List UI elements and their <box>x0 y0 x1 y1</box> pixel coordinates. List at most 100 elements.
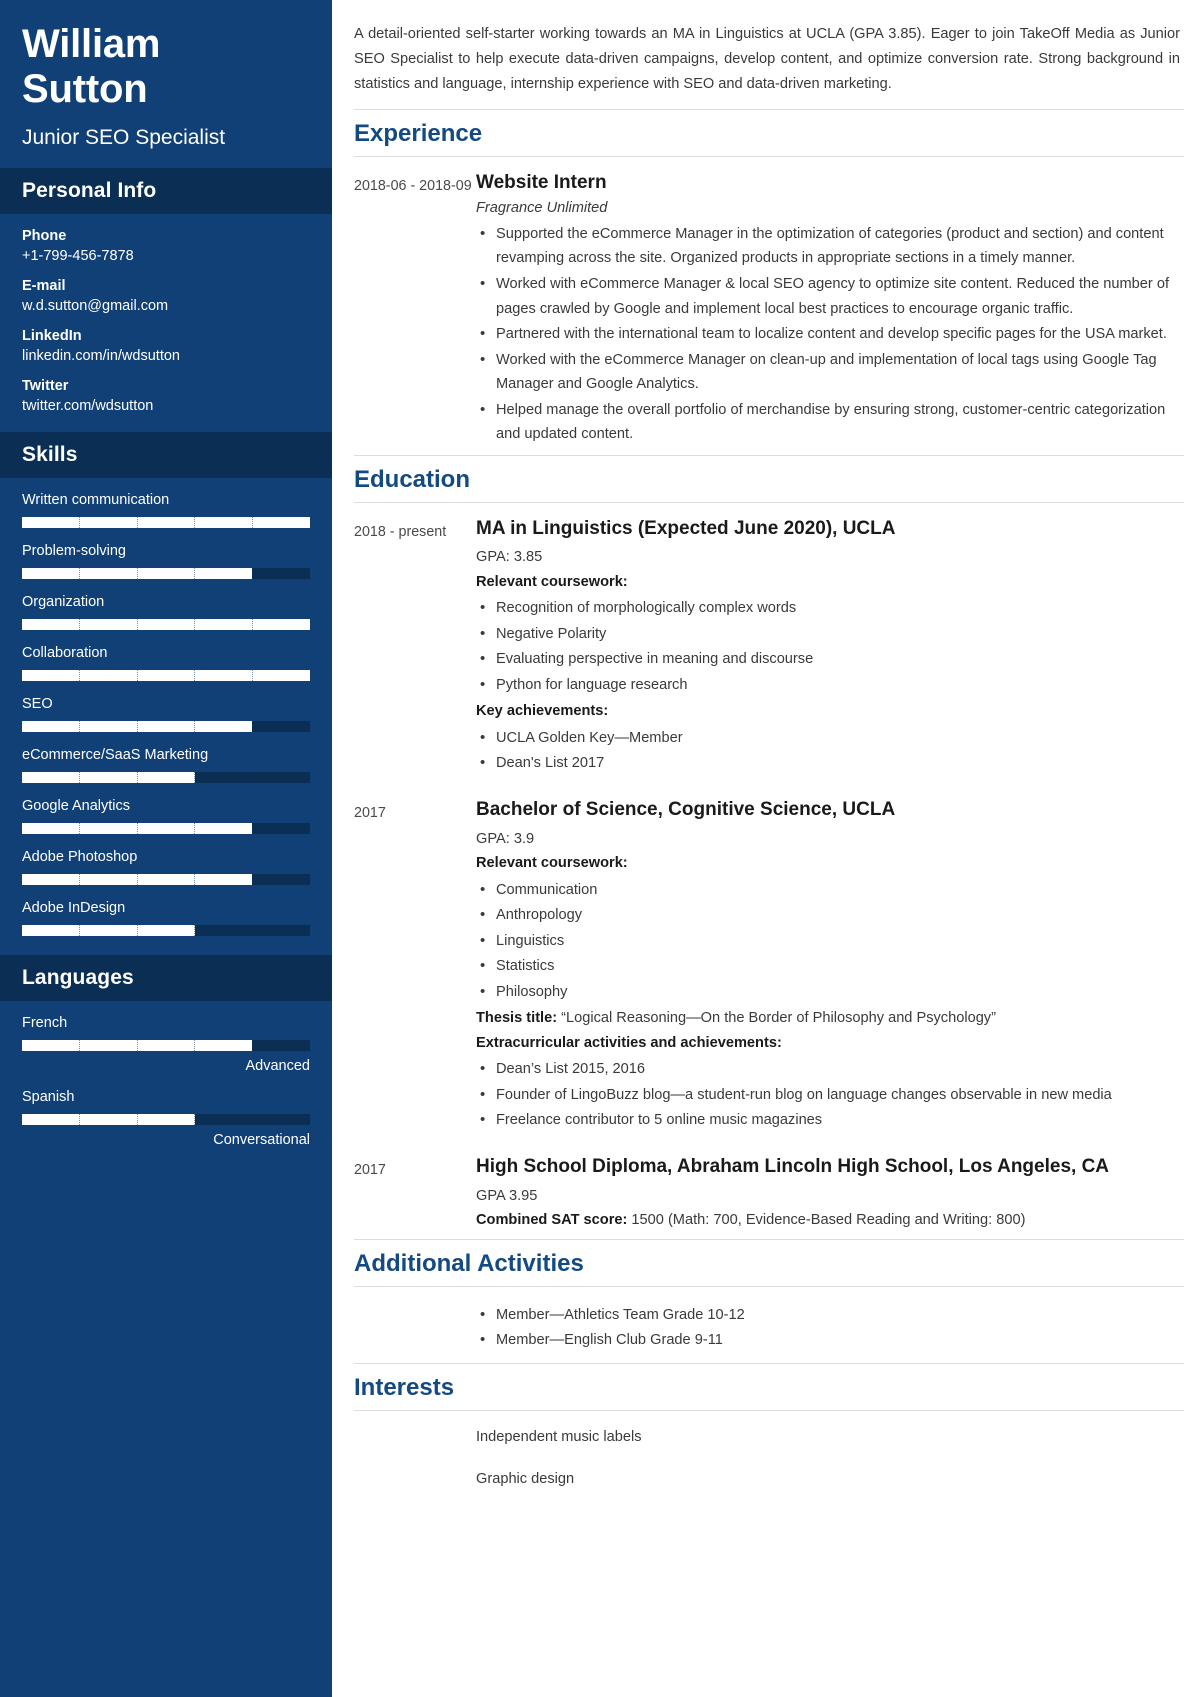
contact-value[interactable]: twitter.com/wdsutton <box>22 398 310 414</box>
entry-date: 2018 - present <box>354 523 447 540</box>
contact-value[interactable]: +1-799-456-7878 <box>22 248 310 264</box>
skill-name: Organization <box>22 593 105 610</box>
extracurricular-list: Dean’s List 2015, 2016Founder of LingoBu… <box>476 1056 1184 1133</box>
language-level-label: Conversational <box>213 1131 310 1148</box>
skill-level-fill <box>22 618 310 630</box>
contact-item: Phone +1-799-456-7878 <box>22 228 310 264</box>
degree-title: MA in Linguistics (Expected June 2020), … <box>476 517 896 539</box>
bullet-item: Statistics <box>476 953 1184 979</box>
sidebar-heading-languages: Languages <box>0 954 332 1001</box>
skill-level-bar <box>22 669 310 681</box>
skill-bar-tick <box>253 925 310 936</box>
contact-item: LinkedIn linkedin.com/in/wdsutton <box>22 328 310 364</box>
language-name: French <box>22 1014 68 1031</box>
section-heading-interests: Interests <box>354 1362 1184 1411</box>
thesis-title: Thesis title: “Logical Reasoning—On the … <box>476 1010 996 1027</box>
skill-name: Collaboration <box>22 644 108 661</box>
skill-level-bar <box>22 720 310 732</box>
skill-row: Written communication <box>22 492 310 528</box>
skill-row: Adobe InDesign <box>22 900 310 936</box>
candidate-job-title: Junior SEO Specialist <box>22 125 226 149</box>
bullet-item: Evaluating perspective in meaning and di… <box>476 646 1184 672</box>
section-heading-experience: Experience <box>354 109 1184 158</box>
skill-bar-tick <box>195 924 254 936</box>
skill-level-fill <box>22 669 310 681</box>
skill-level-bar <box>22 873 310 885</box>
section-heading-additional-activities: Additional Activities <box>354 1238 1184 1287</box>
skill-level-bar <box>22 822 310 834</box>
achievements-list: UCLA Golden Key—MemberDean's List 2017 <box>476 725 1184 776</box>
skill-level-fill <box>22 1039 253 1051</box>
job-title: Website Intern <box>476 172 607 194</box>
skill-bar-tick <box>253 721 310 732</box>
entry-date: 2017 <box>354 804 386 821</box>
skill-row: Organization <box>22 594 310 630</box>
skill-level-fill <box>22 567 253 579</box>
activity-items: Member—Athletics Team Grade 10-12Member—… <box>476 1302 1184 1353</box>
bullet-item: Helped manage the overall portfolio of m… <box>476 397 1184 447</box>
sidebar-heading-skills: Skills <box>0 431 332 478</box>
main-content: A detail-oriented self-starter working t… <box>332 0 1200 1697</box>
contact-label: Twitter <box>22 377 69 394</box>
labeled-value: 1500 (Math: 700, Evidence-Based Reading … <box>627 1212 1026 1229</box>
education-entries: 2018 - present MA in Linguistics (Expecte… <box>354 503 1184 1239</box>
skill-name: Adobe Photoshop <box>22 848 138 865</box>
skill-bar-tick <box>195 771 254 783</box>
entry-date: 2017 <box>354 1161 386 1178</box>
bullet-item: Philosophy <box>476 979 1184 1005</box>
entry-body: MA in Linguistics (Expected June 2020), … <box>476 517 1184 778</box>
skill-row: Problem-solving <box>22 543 310 579</box>
personal-info-list: Phone +1-799-456-7878 E-mail w.d.sutton@gma… <box>0 214 332 432</box>
skill-bar-tick <box>253 874 310 885</box>
bullet-item: Recognition of morphologically complex w… <box>476 595 1184 621</box>
contact-value[interactable]: linkedin.com/in/wdsutton <box>22 348 310 364</box>
language-row: French Advanced <box>22 1015 310 1074</box>
bullet-item: Worked with eCommerce Manager & local SE… <box>476 271 1184 321</box>
contact-item: E-mail w.d.sutton@gmail.com <box>22 278 310 314</box>
gpa-value: GPA: 3.85 <box>476 549 543 566</box>
professional-summary: A detail-oriented self-starter working t… <box>354 26 1180 93</box>
bullet-item: Negative Polarity <box>476 621 1184 647</box>
additional-activities-list: Member—Athletics Team Grade 10-12Member—… <box>354 1287 1184 1363</box>
contact-label: LinkedIn <box>22 327 82 344</box>
skill-name: Adobe InDesign <box>22 899 126 916</box>
skill-level-fill <box>22 873 253 885</box>
skill-level-bar <box>22 1039 310 1051</box>
skill-level-fill <box>22 720 253 732</box>
skill-level-bar <box>22 1113 310 1125</box>
bullet-item: Partnered with the international team to… <box>476 321 1184 347</box>
bullet-item: Worked with the eCommerce Manager on cle… <box>476 347 1184 397</box>
company-name: Fragrance Unlimited <box>476 199 608 216</box>
section-heading-education: Education <box>354 454 1184 503</box>
skill-bar-tick <box>195 1113 254 1125</box>
education-entry: 2017 High School Diploma, Abraham Lincoln… <box>354 1141 1184 1239</box>
skill-bar-tick <box>253 1040 310 1051</box>
candidate-last-name: Sutton <box>22 66 148 111</box>
entry-date: 2018-06 - 2018-09 <box>354 178 472 195</box>
bullet-item: Anthropology <box>476 902 1184 928</box>
candidate-name: William Sutton <box>22 22 310 112</box>
contact-item: Twitter twitter.com/wdsutton <box>22 378 310 414</box>
skill-bar-tick <box>253 823 310 834</box>
skill-row: Google Analytics <box>22 798 310 834</box>
bullet-item: Founder of LingoBuzz blog—a student-run … <box>476 1082 1184 1108</box>
contact-value[interactable]: w.d.sutton@gmail.com <box>22 298 310 314</box>
candidate-first-name: William <box>22 22 161 66</box>
skill-level-fill <box>22 822 253 834</box>
entry-body: Bachelor of Science, Cognitive Science, … <box>476 798 1184 1135</box>
interest-item: Graphic design <box>476 1471 575 1488</box>
gpa-value: GPA: 3.9 <box>476 830 535 847</box>
skill-bar-tick <box>253 772 310 783</box>
skill-level-fill <box>22 516 310 528</box>
bullet-item: Dean's List 2017 <box>476 750 1184 776</box>
job-responsibilities: Supported the eCommerce Manager in the o… <box>476 221 1184 447</box>
bullet-item: Dean’s List 2015, 2016 <box>476 1056 1184 1082</box>
bullet-item: Communication <box>476 877 1184 903</box>
degree-title: Bachelor of Science, Cognitive Science, … <box>476 798 896 820</box>
contact-label: Phone <box>22 227 67 244</box>
entry-body: Website Intern Fragrance Unlimited Support… <box>476 171 1184 448</box>
skill-name: eCommerce/SaaS Marketing <box>22 746 209 763</box>
skill-level-bar <box>22 567 310 579</box>
gpa-value: GPA 3.95 <box>476 1187 538 1204</box>
name-block: William Sutton Junior SEO Specialist <box>0 0 332 168</box>
